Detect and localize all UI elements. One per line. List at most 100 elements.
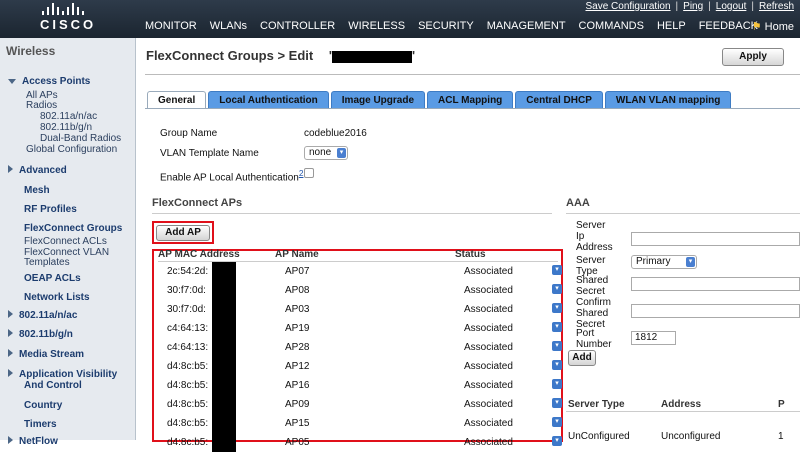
expand-icon xyxy=(8,79,16,84)
table-row: d4:8c:b5: AP09 Associated ▾ xyxy=(159,395,562,414)
row-actions-dropdown-icon[interactable]: ▾ xyxy=(552,360,562,370)
nav-commands[interactable]: COMMANDS xyxy=(579,20,644,32)
sidebar-item-flexconnect-acls[interactable]: FlexConnect ACLs xyxy=(24,236,107,247)
tab-general[interactable]: General xyxy=(147,91,207,109)
sidebar-item-templates[interactable]: Templates xyxy=(24,257,70,268)
nav-security[interactable]: SECURITY xyxy=(418,20,474,32)
row-actions-dropdown-icon[interactable]: ▾ xyxy=(552,284,562,294)
sidebar-item-global-config[interactable]: Global Configuration xyxy=(26,144,117,155)
home-label: Home xyxy=(764,21,794,33)
redacted-group-name xyxy=(331,50,412,63)
sidebar-item-media-stream[interactable]: Media Stream xyxy=(8,349,84,360)
cisco-logo-text: CISCO xyxy=(40,17,97,32)
sidebar-item-rf-profiles[interactable]: RF Profiles xyxy=(24,204,77,215)
aaa-col-address: Address xyxy=(661,399,702,410)
vlan-template-select[interactable]: none ▾ xyxy=(304,146,348,160)
ap-mac-cell: c4:64:13: xyxy=(167,342,209,353)
row-actions-dropdown-icon[interactable]: ▾ xyxy=(552,322,562,332)
server-ip-input[interactable] xyxy=(631,232,800,246)
server-ip-label: Server Ip Address xyxy=(576,220,613,253)
sidebar-item-radio-b[interactable]: 802.11b/g/n xyxy=(40,122,92,133)
expand-icon xyxy=(8,369,13,377)
nav-controller[interactable]: CONTROLLER xyxy=(260,20,335,32)
ping-link[interactable]: Ping xyxy=(683,1,703,12)
row-actions-dropdown-icon[interactable]: ▾ xyxy=(552,341,562,351)
redacted-mac xyxy=(212,433,236,452)
row-actions-dropdown-icon[interactable]: ▾ xyxy=(552,303,562,313)
ap-mac-cell: d4:8c:b5: xyxy=(167,399,209,410)
ap-mac-cell: d4:8c:b5: xyxy=(167,418,209,429)
table-row: d4:8c:b5: AP12 Associated ▾ xyxy=(159,357,562,376)
sidebar-item-oeap-acls[interactable]: OEAP ACLs xyxy=(24,273,81,284)
nav-wlans[interactable]: WLANs xyxy=(210,20,247,32)
sidebar-item-avc-line2[interactable]: And Control xyxy=(24,380,82,391)
sidebar-item-radios[interactable]: Radios xyxy=(26,100,57,111)
redacted-mac xyxy=(212,395,236,414)
ap-name-cell: AP16 xyxy=(285,380,310,391)
utility-links: Save Configuration | Ping | Logout | Ref… xyxy=(585,1,794,12)
ap-name-cell: AP07 xyxy=(285,266,310,277)
port-number-input[interactable]: 1812 xyxy=(631,331,676,345)
nav-wireless[interactable]: WIRELESS xyxy=(348,20,405,32)
sidebar: Wireless Access Points All APs Radios 80… xyxy=(0,38,136,447)
redacted-mac xyxy=(212,281,236,300)
confirm-secret-input[interactable] xyxy=(631,304,800,318)
server-type-select[interactable]: Primary ▾ xyxy=(631,255,697,269)
home-link[interactable]: ⚑ Home xyxy=(752,20,794,33)
tab-image-upgrade[interactable]: Image Upgrade xyxy=(330,91,426,108)
col-header-mac: AP MAC Address xyxy=(158,249,240,260)
add-ap-button[interactable]: Add AP xyxy=(156,225,210,241)
local-auth-checkbox[interactable] xyxy=(304,168,314,178)
sidebar-item-advanced[interactable]: Advanced xyxy=(8,165,67,176)
nav-help[interactable]: HELP xyxy=(657,20,686,32)
redacted-mac xyxy=(212,376,236,395)
table-row: 2c:54:2d: AP07 Associated ▾ xyxy=(159,262,562,281)
nav-feedback[interactable]: FEEDBACK xyxy=(699,20,758,32)
sidebar-item-flexconnect-groups[interactable]: FlexConnect Groups xyxy=(24,223,122,234)
sidebar-item-netflow[interactable]: NetFlow xyxy=(8,436,58,447)
sidebar-item-80211a[interactable]: 802.11a/n/ac xyxy=(8,310,77,321)
row-actions-dropdown-icon[interactable]: ▾ xyxy=(552,436,562,446)
apply-button[interactable]: Apply xyxy=(722,48,784,66)
flexconnect-aps-heading: FlexConnect APs xyxy=(152,197,243,209)
main-content: FlexConnect Groups > Edit ' ' Apply Gener… xyxy=(137,38,800,452)
aaa-divider xyxy=(566,213,800,214)
row-actions-dropdown-icon[interactable]: ▾ xyxy=(552,417,562,427)
table-row: c4:64:13: AP28 Associated ▾ xyxy=(159,338,562,357)
tab-central-dhcp[interactable]: Central DHCP xyxy=(515,91,603,108)
col-header-status: Status xyxy=(455,249,486,260)
footnote-link[interactable]: 2 xyxy=(299,168,304,178)
sidebar-title: Wireless xyxy=(6,44,56,58)
save-configuration-link[interactable]: Save Configuration xyxy=(585,1,670,12)
nav-monitor[interactable]: MONITOR xyxy=(145,20,197,32)
sidebar-item-network-lists[interactable]: Network Lists xyxy=(24,292,90,303)
ap-mac-cell: d4:8c:b5: xyxy=(167,437,209,448)
row-actions-dropdown-icon[interactable]: ▾ xyxy=(552,265,562,275)
sidebar-item-access-points[interactable]: Access Points xyxy=(8,76,90,87)
sidebar-item-80211b[interactable]: 802.11b/g/n xyxy=(8,329,73,340)
nav-management[interactable]: MANAGEMENT xyxy=(487,20,566,32)
logout-link[interactable]: Logout xyxy=(716,1,747,12)
local-auth-label: Enable AP Local Authentication2 xyxy=(160,168,304,184)
sidebar-item-radio-a[interactable]: 802.11a/n/ac xyxy=(40,111,97,122)
tab-wlan-vlan-mapping[interactable]: WLAN VLAN mapping xyxy=(604,91,732,108)
aaa-add-button[interactable]: Add xyxy=(568,350,596,366)
redacted-mac xyxy=(212,357,236,376)
tab-local-authentication[interactable]: Local Authentication xyxy=(208,91,329,108)
sidebar-item-dual-band[interactable]: Dual-Band Radios xyxy=(40,133,121,144)
shared-secret-input[interactable] xyxy=(631,277,800,291)
group-name-label: Group Name xyxy=(160,128,218,139)
refresh-link[interactable]: Refresh xyxy=(759,1,794,12)
col-header-ap-name: AP Name xyxy=(275,249,319,260)
sidebar-item-timers[interactable]: Timers xyxy=(24,419,57,430)
sidebar-item-country[interactable]: Country xyxy=(24,400,62,411)
ap-mac-cell: c4:64:13: xyxy=(167,323,209,334)
row-actions-dropdown-icon[interactable]: ▾ xyxy=(552,379,562,389)
sidebar-item-mesh[interactable]: Mesh xyxy=(24,185,50,196)
tab-acl-mapping[interactable]: ACL Mapping xyxy=(427,91,514,108)
ap-mac-cell: d4:8c:b5: xyxy=(167,380,209,391)
ap-status-cell: Associated xyxy=(464,323,513,334)
row-actions-dropdown-icon[interactable]: ▾ xyxy=(552,398,562,408)
sidebar-item-avc[interactable]: Application Visibility xyxy=(8,369,117,380)
ap-status-cell: Associated xyxy=(464,285,513,296)
